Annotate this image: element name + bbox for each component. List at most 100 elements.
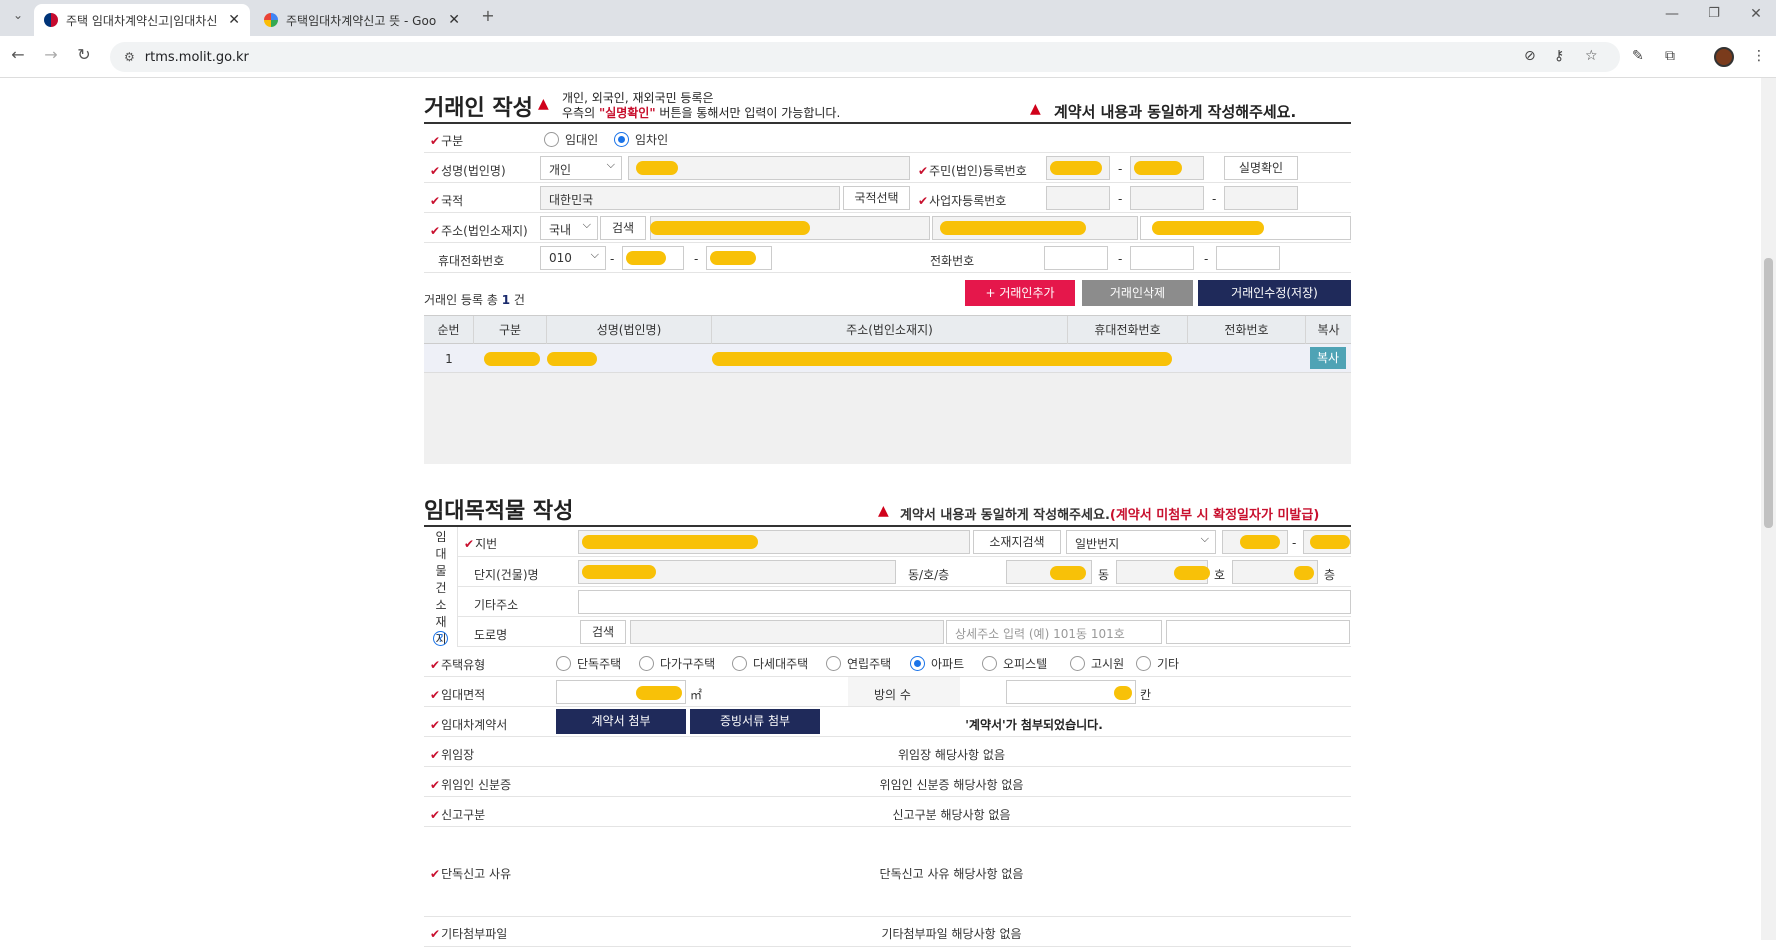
redaction [1134, 161, 1182, 175]
radio-house-type-0[interactable]: 단독주택 [556, 655, 621, 672]
property-form: 임대물건소재지 ? ✔지번 소재지검색 일반번지 - 단지(건물)명 동/호/층… [424, 527, 1351, 947]
radio-tenant[interactable]: 임차인 [614, 131, 668, 148]
sole-reason-status: 단독신고 사유 해당사항 없음 [879, 867, 1024, 881]
redaction [710, 251, 756, 265]
col-header: 주소(법인소재지) [712, 316, 1068, 344]
business-no-3[interactable] [1224, 186, 1298, 210]
radio-house-type-3[interactable]: 연립주택 [826, 655, 891, 672]
radio-house-type-5[interactable]: 오피스텔 [982, 655, 1047, 672]
col-header: 복사 [1317, 323, 1340, 337]
close-icon[interactable]: ✕ [448, 12, 460, 28]
address-bar: ← → ↻ ⚙ rtms.molit.go.kr ⊘ ⚷ ☆ ✎ ⧉ ⋮ [0, 36, 1776, 78]
phone-3[interactable] [1216, 246, 1280, 270]
business-no-label: ✔사업자등록번호 [918, 194, 1007, 208]
forward-icon[interactable]: → [39, 45, 63, 64]
radio-house-type-2[interactable]: 다세대주택 [732, 655, 808, 672]
copy-button[interactable]: 복사 [1310, 347, 1346, 369]
password-key-icon[interactable]: ⚷ [1554, 48, 1564, 64]
radio-house-type-6[interactable]: 고시원 [1070, 655, 1124, 672]
row-number: 1 [445, 352, 453, 366]
radio-house-type-4[interactable]: 아파트 [910, 655, 964, 672]
unit-rooms: 칸 [1140, 688, 1152, 702]
site-settings-icon[interactable]: ⚙ [124, 50, 135, 64]
road-detail-input[interactable]: 상세주소 입력 (예) 101동 101호 [946, 620, 1162, 644]
save-party-button[interactable]: 거래인수정(저장) [1198, 280, 1351, 306]
korea-flag-icon [44, 13, 58, 27]
form-row-road: 도로명 검색 상세주소 입력 (예) 101동 101호 [458, 617, 1351, 647]
avatar[interactable] [1714, 47, 1734, 67]
redaction [582, 535, 758, 549]
phone-2[interactable] [1130, 246, 1194, 270]
page-scrollbar[interactable] [1761, 78, 1776, 940]
attach-proof-button[interactable]: 증빙서류 첨부 [690, 709, 820, 734]
radio-house-type-7[interactable]: 기타 [1136, 655, 1179, 672]
tab-search-icon[interactable]: ⌄ [6, 8, 30, 22]
back-icon[interactable]: ← [6, 45, 30, 64]
nationality-input[interactable]: 대한민국 [540, 186, 840, 210]
omnibox[interactable]: ⚙ rtms.molit.go.kr [110, 42, 1620, 72]
redaction [582, 565, 656, 579]
radio-house-type-1[interactable]: 다가구주택 [639, 655, 715, 672]
col-header: 휴대전화번호 [1068, 316, 1188, 344]
col-header: 순번 [424, 316, 474, 344]
reload-icon[interactable]: ↻ [72, 45, 96, 64]
attach-contract-button[interactable]: 계약서 첨부 [556, 709, 686, 734]
redaction [940, 221, 1086, 235]
restore-icon[interactable]: ❐ [1702, 6, 1726, 21]
tab-google[interactable]: 주택임대차계약신고 뜻 - Goo ✕ [254, 4, 470, 36]
google-icon [264, 13, 278, 27]
extensions-icon[interactable]: ⧉ [1665, 48, 1675, 64]
redaction [1310, 535, 1350, 549]
type-label: ✔구분 [430, 134, 464, 148]
house-type-label: ✔주택유형 [430, 658, 486, 672]
scrollbar-thumb[interactable] [1764, 258, 1773, 528]
lot-type-select[interactable]: 일반번지 [1066, 530, 1216, 554]
redaction [1240, 535, 1280, 549]
nationality-select-button[interactable]: 국적선택 [843, 186, 910, 210]
business-no-1[interactable] [1046, 186, 1110, 210]
camera-off-icon[interactable]: ⊘ [1524, 48, 1536, 64]
warning-icon: ▲ [878, 503, 889, 519]
tab-rtms[interactable]: 주택 임대차계약신고|임대차신 ✕ [34, 4, 250, 36]
verify-name-button[interactable]: 실명확인 [1224, 156, 1298, 180]
add-party-button[interactable]: + 거래인추가 [965, 280, 1075, 306]
nationality-label: ✔국적 [430, 194, 464, 208]
window-close-icon[interactable]: ✕ [1744, 6, 1768, 22]
pen-icon[interactable]: ✎ [1632, 48, 1644, 64]
party-grid-header: 순번 구분 성명(법인명) 주소(법인소재지) 휴대전화번호 전화번호 복사 [424, 315, 1351, 344]
redaction [1114, 686, 1132, 700]
address-scope-select[interactable]: 국내 [540, 216, 598, 240]
phone-1[interactable] [1044, 246, 1108, 270]
minimize-icon[interactable]: — [1660, 6, 1684, 22]
address-search-button[interactable]: 소재지검색 [973, 530, 1061, 554]
new-tab-icon[interactable]: + [476, 6, 500, 25]
menu-icon[interactable]: ⋮ [1752, 48, 1766, 64]
help-icon[interactable]: ? [433, 631, 448, 646]
party-right-notice: 계약서 내용과 동일하게 작성해주세요. [1054, 103, 1297, 121]
lot-label: ✔지번 [464, 537, 498, 551]
name-label: ✔성명(법인명) [430, 164, 506, 178]
name-type-select[interactable]: 개인 [540, 156, 622, 180]
form-row-other-address: 기타주소 [458, 587, 1351, 617]
radio-landlord[interactable]: 임대인 [544, 131, 598, 148]
report-type-status: 신고구분 해당사항 없음 [892, 808, 1011, 822]
report-type-label: ✔신고구분 [430, 808, 486, 822]
business-no-2[interactable] [1130, 186, 1204, 210]
other-files-label: ✔기타첨부파일 [430, 927, 508, 941]
form-row-delegate-id: ✔위임인 신분증 위임인 신분증 해당사항 없음 [424, 767, 1351, 797]
phone-label: 전화번호 [930, 254, 975, 268]
tab-title: 주택 임대차계약신고|임대차신 [66, 13, 218, 28]
col-header: 구분 [474, 316, 547, 344]
road-input[interactable] [630, 620, 944, 644]
mobile-prefix-select[interactable]: 010 [540, 246, 606, 270]
table-row[interactable]: 1 복사 [424, 344, 1351, 373]
road-search-button[interactable]: 검색 [580, 620, 626, 644]
bookmark-star-icon[interactable]: ☆ [1585, 48, 1598, 64]
close-icon[interactable]: ✕ [228, 12, 240, 28]
dash: - [1292, 536, 1297, 550]
form-row-name: ✔성명(법인명) 개인 ✔주민(법인)등록번호 - 실명확인 [424, 153, 1351, 183]
delete-party-button[interactable]: 거래인삭제 [1082, 280, 1193, 306]
other-address-input[interactable] [578, 590, 1351, 614]
address-search-button[interactable]: 검색 [600, 216, 646, 240]
road-extra-input[interactable] [1166, 620, 1350, 644]
